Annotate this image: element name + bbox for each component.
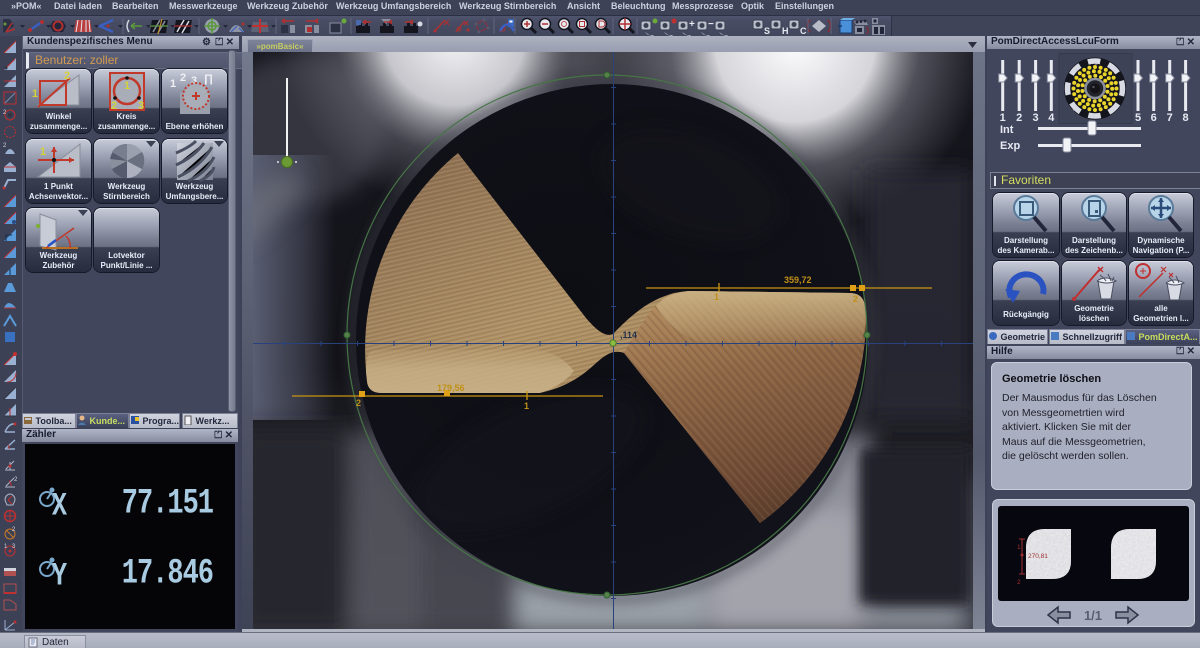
svg-text:7: 7: [1167, 112, 1173, 124]
svg-text:4: 4: [1048, 112, 1055, 124]
svg-text:1: 1: [1094, 61, 1097, 67]
svg-text:2: 2: [180, 72, 186, 84]
svg-text:1: 1: [124, 80, 130, 92]
svg-text:359,72: 359,72: [784, 275, 812, 285]
svg-text:2: 2: [1017, 579, 1021, 586]
svg-text:2: 2: [111, 100, 117, 112]
svg-text:2: 2: [853, 294, 858, 304]
svg-text:2: 2: [356, 398, 361, 408]
svg-text:C: C: [800, 26, 807, 36]
svg-text:3: 3: [138, 100, 144, 112]
svg-text:6: 6: [1072, 107, 1075, 113]
svg-text:2: 2: [1113, 68, 1116, 74]
svg-text:,114: ,114: [620, 330, 637, 340]
svg-text:5: 5: [1135, 112, 1141, 124]
svg-text:1: 1: [32, 88, 38, 100]
svg-text:1: 1: [524, 401, 529, 411]
svg-text:8: 8: [1074, 68, 1077, 74]
svg-text:3: 3: [1121, 88, 1124, 94]
svg-text:2: 2: [1016, 112, 1022, 124]
svg-text:1: 1: [170, 78, 176, 90]
svg-text:270,81: 270,81: [1028, 553, 1048, 560]
svg-text:H: H: [782, 26, 789, 36]
svg-text:7: 7: [1065, 87, 1068, 93]
svg-text:3: 3: [1033, 112, 1039, 124]
svg-text:3: 3: [12, 544, 16, 550]
svg-text:1: 1: [1000, 112, 1006, 124]
svg-text:179,56: 179,56: [437, 383, 465, 393]
svg-text:Exp: Exp: [1000, 140, 1020, 152]
svg-text:S: S: [764, 26, 770, 36]
svg-text:−: −: [708, 19, 714, 30]
svg-text:8: 8: [1183, 112, 1189, 124]
svg-text:2: 2: [3, 143, 7, 149]
svg-text:Int: Int: [1000, 124, 1014, 136]
svg-text:1: 1: [40, 146, 46, 158]
svg-text:4: 4: [1112, 108, 1115, 114]
svg-text:1: 1: [714, 292, 719, 302]
svg-text:2: 2: [14, 477, 18, 483]
svg-text:2: 2: [12, 527, 16, 533]
svg-text:1: 1: [1017, 544, 1021, 551]
svg-text:+: +: [689, 19, 695, 30]
svg-text:1/1: 1/1: [1084, 608, 1102, 623]
svg-text:6: 6: [1151, 112, 1157, 124]
svg-text:∏: ∏: [204, 73, 213, 85]
svg-text:5: 5: [1092, 115, 1095, 121]
svg-text:2: 2: [64, 70, 70, 82]
